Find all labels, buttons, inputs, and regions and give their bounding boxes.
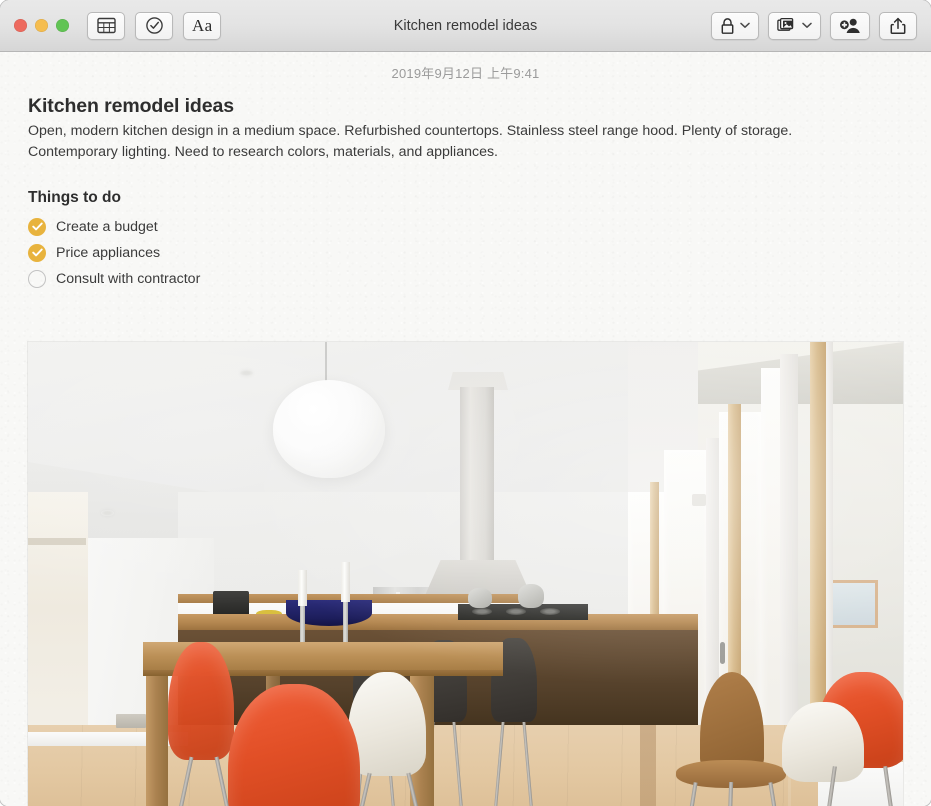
photo-window-latch xyxy=(692,494,706,506)
photo-candle xyxy=(341,562,350,602)
photo-left-shelf xyxy=(28,538,86,545)
photo-burner xyxy=(472,608,492,615)
todo-label: Create a budget xyxy=(56,218,158,235)
note-content-area[interactable]: 2019年9月12日 上午9:41 Kitchen remodel ideas … xyxy=(0,52,931,806)
photo-range-hood-chimney xyxy=(460,387,494,572)
close-window-button[interactable] xyxy=(14,19,27,32)
checkbox-checked-icon[interactable] xyxy=(28,217,46,236)
photo-kettle xyxy=(518,584,544,608)
traffic-lights xyxy=(14,19,69,32)
checkmark-icon xyxy=(31,248,43,257)
photo-burner xyxy=(540,608,560,615)
checklist-button[interactable] xyxy=(135,11,173,40)
add-people-button[interactable] xyxy=(830,11,870,40)
kitchen-photo-scene xyxy=(28,342,903,806)
photo-candle-holder xyxy=(343,600,348,644)
photo-floor-plank-dark xyxy=(640,725,656,806)
note-date: 2019年9月12日 上午9:41 xyxy=(391,66,540,81)
photo-kettle xyxy=(468,588,492,608)
table-icon xyxy=(96,17,116,34)
table-button[interactable] xyxy=(87,11,125,40)
minimize-window-button[interactable] xyxy=(35,19,48,32)
todo-list: Create a budget Price appliances Consult… xyxy=(28,214,903,292)
checkmark-icon xyxy=(31,222,43,231)
photo-table-leg xyxy=(146,676,168,806)
photo-downlight xyxy=(101,510,114,516)
checkbox-unchecked-icon[interactable] xyxy=(28,269,46,288)
todo-item[interactable]: Consult with contractor xyxy=(28,266,903,292)
photo-pendant-globe-light xyxy=(273,380,385,478)
photo-chair-orange xyxy=(168,642,234,760)
photo-candle xyxy=(298,570,307,606)
zoom-window-button[interactable] xyxy=(56,19,69,32)
format-button[interactable]: Aa xyxy=(183,11,222,40)
toolbar-right-group xyxy=(711,11,917,40)
photo-island-countertop xyxy=(178,614,698,630)
chevron-down-icon xyxy=(740,22,750,28)
window-toolbar: Aa Kitchen remodel ideas xyxy=(0,0,931,52)
format-button-label: Aa xyxy=(192,16,213,35)
photo-burner xyxy=(506,608,526,615)
photo-wall-vent xyxy=(116,714,146,728)
media-button[interactable] xyxy=(768,11,821,40)
note-body-paragraph: Open, modern kitchen design in a medium … xyxy=(28,123,793,160)
share-icon xyxy=(890,17,906,34)
photos-icon xyxy=(777,17,794,31)
todo-item[interactable]: Price appliances xyxy=(28,240,903,266)
chevron-down-icon xyxy=(802,22,812,28)
lock-icon xyxy=(721,17,734,34)
photo-candle-holder xyxy=(300,604,305,644)
photo-door-handle xyxy=(720,642,725,664)
kitchen-photo-attachment[interactable] xyxy=(28,342,903,806)
note-text-block: Kitchen remodel ideas Open, modern kitch… xyxy=(0,95,931,292)
todo-item[interactable]: Create a budget xyxy=(28,214,903,240)
todo-section-heading: Things to do xyxy=(28,188,121,206)
person-add-icon xyxy=(840,18,860,33)
photo-chair-cream xyxy=(782,702,864,782)
todo-label: Price appliances xyxy=(56,244,161,261)
lock-button[interactable] xyxy=(711,11,759,40)
share-button[interactable] xyxy=(879,11,917,40)
toolbar-left-group: Aa xyxy=(87,11,222,40)
notes-window: Aa Kitchen remodel ideas 2019年9月12日 上午9:… xyxy=(0,0,931,806)
checkbox-checked-icon[interactable] xyxy=(28,243,46,262)
note-title: Kitchen remodel ideas xyxy=(28,95,234,117)
checkmark-circle-icon xyxy=(145,17,163,34)
todo-label: Consult with contractor xyxy=(56,270,201,287)
photo-downlight xyxy=(240,370,253,376)
